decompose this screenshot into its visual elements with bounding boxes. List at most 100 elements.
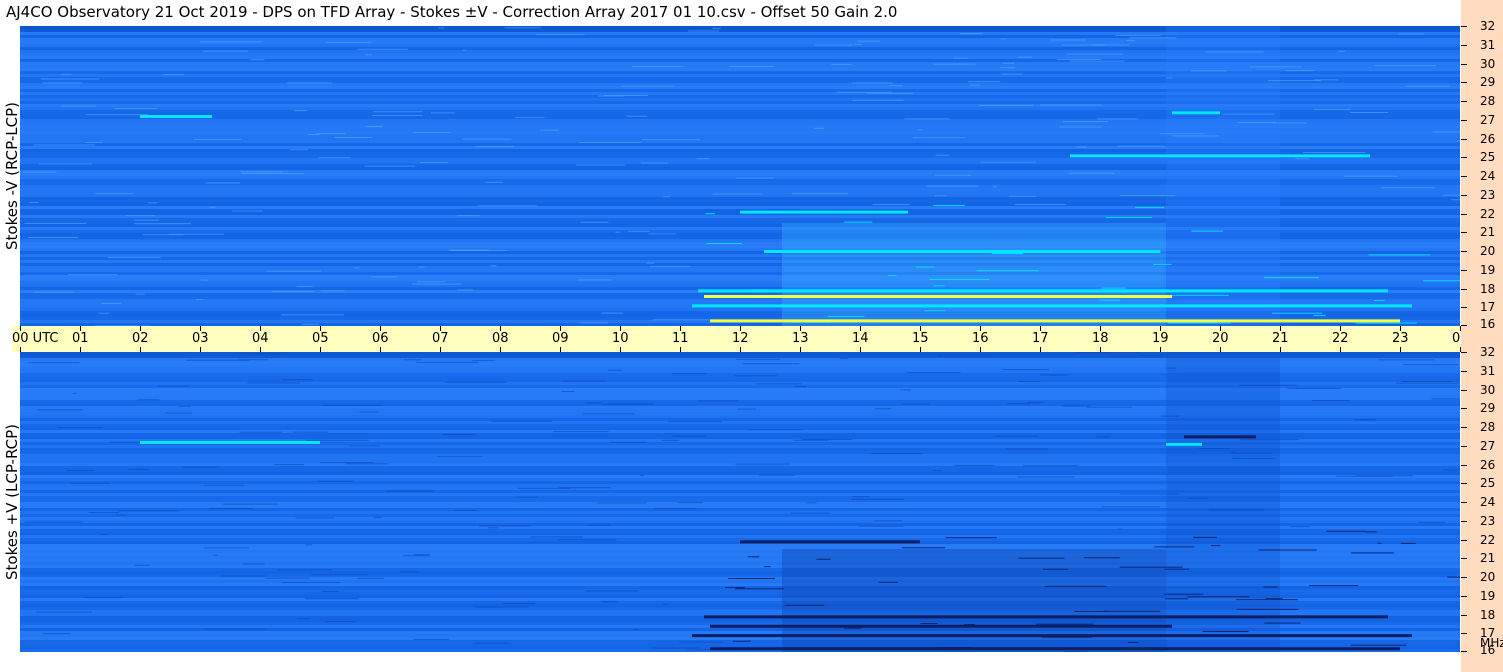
noise-streak [413,554,431,556]
noise-streak [628,230,650,232]
noise-streak [58,427,103,429]
freq-tick-label: 24 [1480,495,1496,509]
noise-streak [282,379,314,381]
noise-streak [243,563,266,565]
noise-streak [1060,44,1107,46]
noise-streak [1103,610,1161,612]
noise-streak [418,266,425,268]
noise-streak [1164,568,1190,570]
noise-streak [648,233,676,235]
freq-tick [1461,408,1467,410]
noise-streak [315,133,346,135]
noise-streak [1068,172,1115,174]
noise-streak [1312,400,1349,402]
noise-streak [1313,314,1326,316]
freq-tick [1461,614,1467,616]
noise-streak [732,640,751,642]
freq-tick [1461,427,1467,428]
freq-tick-label: 26 [1480,457,1496,472]
noise-streak [1076,146,1087,148]
noise-streak [677,502,703,504]
noise-streak [866,92,914,94]
time-tick [140,347,141,352]
noise-streak [790,512,829,514]
noise-streak [653,508,697,510]
emission-line [1172,111,1220,115]
noise-streak [725,587,745,589]
noise-streak [28,201,39,203]
noise-streak [430,112,455,114]
noise-streak [325,41,372,43]
noise-streak [99,534,108,536]
emission-line [710,319,1400,323]
noise-streak [1377,542,1382,544]
freq-tick-label: 28 [1480,420,1496,434]
time-tick [440,347,441,352]
noise-streak [1398,33,1424,35]
noise-streak [1172,135,1219,137]
time-tick [980,347,981,352]
noise-streak [1381,187,1436,189]
noise-streak [924,310,946,312]
noise-streak [114,108,158,110]
noise-streak [901,547,946,549]
noise-streak [1272,122,1307,124]
noise-streak [1264,622,1301,624]
noise-streak [735,177,774,179]
noise-streak [588,524,611,526]
emission-line [698,289,1388,293]
noise-streak [311,574,369,576]
noise-streak [1236,599,1298,601]
freq-tick-label: 32 [1480,19,1496,33]
noise-streak [1240,439,1299,441]
noise-streak [1166,367,1177,369]
emission-line [740,210,908,214]
noise-streak [1002,369,1049,371]
noise-streak [1067,53,1123,55]
noise-streak [954,465,995,467]
noise-streak [712,193,763,195]
noise-streak [580,322,609,324]
noise-streak [33,144,95,146]
noise-streak [1202,631,1249,633]
emission-line [710,647,1400,651]
noise-streak [240,171,283,173]
freq-tick-label: 25 [1480,476,1496,491]
noise-streak [72,392,77,394]
noise-streak [912,137,966,139]
time-tick-label: 03 [192,331,209,346]
noise-streak [996,435,1038,437]
noise-streak [1049,39,1087,41]
time-axis: 00 UTC 01 02 03 04 05 06 07 08 09 10 11 12 13 14 15 16 17… [12,326,1469,352]
noise-streak [980,161,1037,163]
noise-streak [117,510,180,512]
noise-streak [1095,436,1110,438]
noise-streak [663,196,670,198]
freq-tick-label: 23 [1480,187,1496,202]
noise-streak [84,596,123,598]
noise-streak [204,484,244,486]
time-tick-label: 10 [612,331,629,346]
noise-streak [540,129,559,131]
noise-streak [60,73,72,75]
noise-streak [40,78,100,80]
noise-streak [597,95,624,97]
freq-tick [1461,288,1467,290]
noise-streak [736,358,781,360]
noise-streak [712,27,721,29]
time-tick [1340,347,1341,352]
noise-streak [933,204,965,206]
freq-tick-label: 29 [1480,401,1496,416]
time-tick [1100,347,1101,352]
noise-streak [1169,294,1229,296]
noise-streak [442,433,477,435]
noise-streak [608,369,622,371]
noise-streak [678,641,723,643]
noise-streak [133,219,159,221]
noise-streak [1044,585,1107,587]
freq-tick [1461,269,1467,271]
freq-tick-label: 20 [1480,244,1496,258]
noise-streak [1378,359,1434,361]
noise-streak [1107,355,1163,357]
noise-streak [349,445,380,447]
